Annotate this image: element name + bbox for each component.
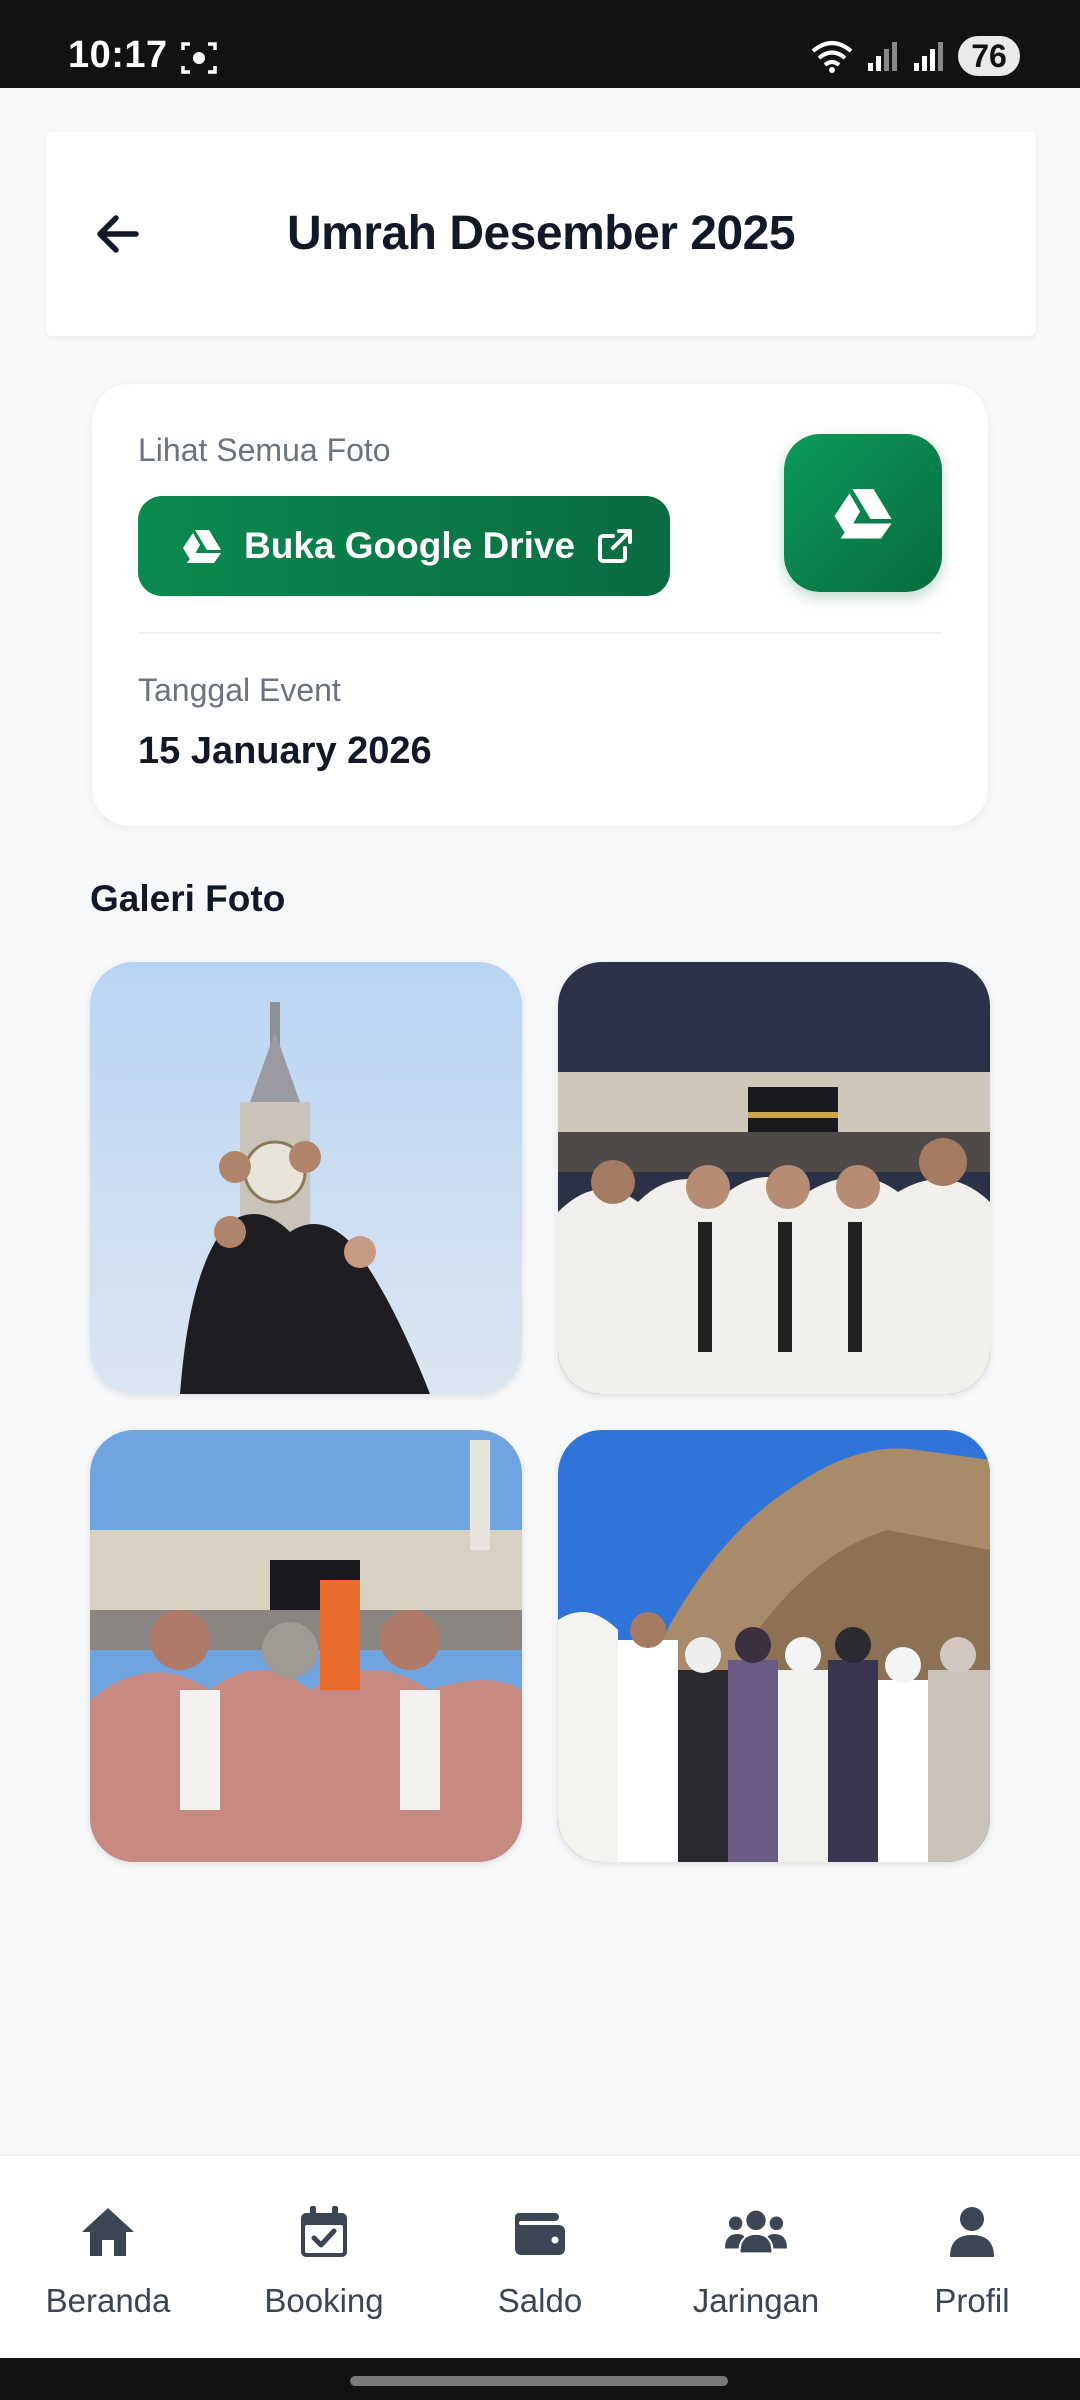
all-photos-label: Lihat Semua Foto xyxy=(138,432,391,468)
open-google-drive-button[interactable]: Buka Google Drive xyxy=(138,496,670,596)
nav-profil-label: Profil xyxy=(934,2282,1010,2319)
nav-jaringan[interactable]: Jaringan xyxy=(648,2156,864,2358)
signal-icon xyxy=(868,42,897,71)
nav-saldo[interactable]: Saldo xyxy=(432,2156,648,2358)
wifi-icon xyxy=(811,41,853,73)
page-title: Umrah Desember 2025 xyxy=(286,207,796,260)
google-drive-icon xyxy=(183,530,221,563)
nav-booking[interactable]: Booking xyxy=(216,2156,432,2358)
home-icon xyxy=(82,2208,134,2256)
wallet-icon xyxy=(515,2213,565,2255)
status-time: 10:17 xyxy=(68,34,168,76)
photo-haram-courtyard xyxy=(90,1430,522,1862)
nav-beranda[interactable]: Beranda xyxy=(0,2156,216,2358)
home-gesture-bar[interactable] xyxy=(350,2376,728,2386)
google-drive-logo-icon xyxy=(834,489,892,539)
nav-profil[interactable]: Profil xyxy=(864,2156,1080,2358)
google-drive-badge xyxy=(784,434,942,592)
nav-jaringan-label: Jaringan xyxy=(692,2282,820,2319)
gallery-photo-1[interactable] xyxy=(90,962,522,1394)
gallery-photo-3[interactable] xyxy=(90,1430,522,1862)
event-date-label: Tanggal Event xyxy=(138,672,341,708)
battery-indicator: 76 xyxy=(958,36,1020,76)
status-indicators: 76 xyxy=(810,36,1020,76)
gallery-title: Galeri Foto xyxy=(90,878,286,919)
photo-kaaba-night xyxy=(558,962,990,1394)
external-link-icon xyxy=(598,529,633,563)
bottom-navigation: Beranda Booking Saldo Jaringan Profil xyxy=(0,2154,1080,2358)
photo-mountain-group xyxy=(558,1430,990,1862)
screen-record-icon xyxy=(181,42,217,74)
users-icon xyxy=(724,2210,788,2253)
user-icon xyxy=(950,2207,994,2257)
open-google-drive-label: Buka Google Drive xyxy=(244,525,576,566)
event-info-card: Lihat Semua Foto Buka Google Drive Tangg… xyxy=(92,384,988,826)
signal-icon-2 xyxy=(914,42,943,71)
event-date-value: 15 January 2026 xyxy=(138,730,432,772)
calendar-check-icon xyxy=(301,2206,347,2257)
nav-beranda-label: Beranda xyxy=(45,2282,171,2319)
gallery-photo-2[interactable] xyxy=(558,962,990,1394)
gallery-photo-4[interactable] xyxy=(558,1430,990,1862)
card-divider xyxy=(138,632,942,634)
status-bar: 10:17 76 xyxy=(0,0,1080,88)
photo-clock-tower xyxy=(90,962,522,1394)
nav-booking-label: Booking xyxy=(264,2282,384,2319)
nav-saldo-label: Saldo xyxy=(497,2282,583,2319)
header-bar: Umrah Desember 2025 xyxy=(46,132,1036,336)
